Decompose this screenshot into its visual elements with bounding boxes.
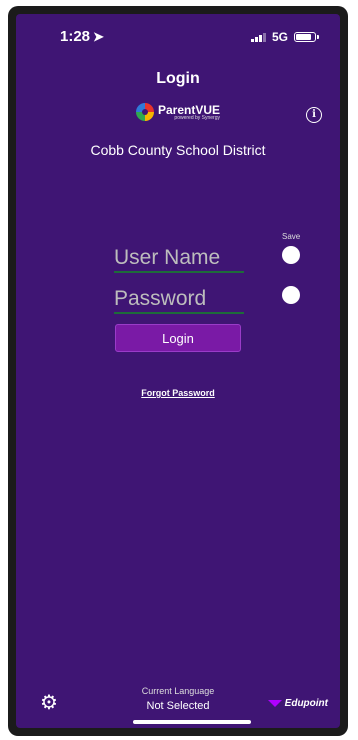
save-username-toggle[interactable] bbox=[282, 246, 300, 264]
status-bar: 1:28 ➤ 5G bbox=[16, 14, 340, 54]
password-field-wrapper bbox=[114, 287, 244, 314]
brand-name: ParentVUE bbox=[157, 102, 221, 117]
app-screen: 1:28 ➤ 5G Login ParentVUE powered by Syne… bbox=[16, 14, 340, 728]
status-indicators: 5G bbox=[250, 30, 319, 44]
brand-logo-area: ParentVUE powered by Synergy bbox=[16, 103, 340, 121]
parentvue-logo-icon bbox=[135, 103, 154, 121]
edupoint-logo: Edupoint bbox=[284, 698, 328, 709]
language-label: Current Language bbox=[141, 686, 215, 696]
status-time: 1:28 ➤ bbox=[60, 28, 104, 45]
location-arrow-icon: ➤ bbox=[93, 29, 104, 44]
save-label: Save bbox=[282, 232, 301, 241]
info-icon[interactable]: i bbox=[306, 107, 322, 123]
phone-frame: 1:28 ➤ 5G Login ParentVUE powered by Syne… bbox=[8, 6, 348, 736]
password-input[interactable] bbox=[114, 287, 244, 312]
save-password-toggle[interactable] bbox=[282, 286, 300, 304]
chevron-down-icon[interactable] bbox=[268, 700, 282, 707]
bottom-bar: ⚙ Current Language Not Selected Edupoint bbox=[16, 678, 340, 728]
home-indicator[interactable] bbox=[133, 720, 251, 724]
network-type: 5G bbox=[271, 30, 288, 44]
cellular-signal-icon bbox=[250, 32, 266, 42]
login-button[interactable]: Login bbox=[115, 324, 241, 352]
username-input[interactable] bbox=[114, 246, 244, 271]
page-title: Login bbox=[156, 70, 200, 87]
clock-text: 1:28 bbox=[60, 28, 91, 45]
username-field-wrapper bbox=[114, 246, 244, 273]
district-name: Cobb County School District bbox=[90, 142, 266, 158]
brand-tagline: powered by Synergy bbox=[174, 114, 221, 121]
forgot-password-link[interactable]: Forgot Password bbox=[16, 388, 340, 398]
battery-icon bbox=[294, 32, 319, 42]
